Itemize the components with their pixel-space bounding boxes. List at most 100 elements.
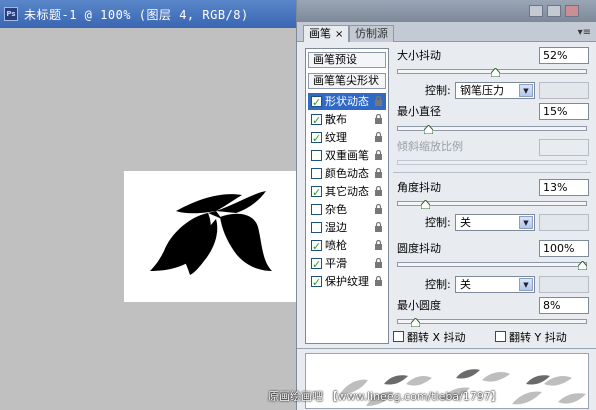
minimize-button[interactable] xyxy=(529,5,543,17)
brush-option-checkbox[interactable] xyxy=(311,256,322,273)
panel-body: 画笔预设 画笔笔尖形状 形状动态散布纹理双重画笔颜色动态其它动态杂色湿边喷枪平滑… xyxy=(297,42,596,348)
brush-option-row[interactable]: 湿边 xyxy=(308,219,386,236)
angle-control-select[interactable]: 关 ▼ xyxy=(455,214,535,231)
tilt-scale-input xyxy=(539,139,589,156)
photoshop-app-icon: Ps xyxy=(4,7,18,21)
brush-option-label: 纹理 xyxy=(325,131,347,144)
brush-option-label: 杂色 xyxy=(325,203,347,216)
brush-option-checkbox[interactable] xyxy=(311,204,322,215)
flip-x-jitter-checkbox[interactable]: 翻转 X 抖动 xyxy=(393,331,466,344)
tab-clone-source-label: 仿制源 xyxy=(355,27,388,40)
tilt-scale-slider xyxy=(397,160,587,165)
size-jitter-thumb[interactable] xyxy=(491,68,501,77)
brush-option-checkbox[interactable] xyxy=(311,94,322,111)
brush-option-checkbox[interactable] xyxy=(311,222,322,233)
brush-option-row[interactable]: 散布 xyxy=(308,111,386,129)
angle-control-label: 控制: xyxy=(425,216,451,229)
section-divider xyxy=(393,172,591,173)
close-button[interactable] xyxy=(565,5,579,17)
angle-control-value: 关 xyxy=(460,216,471,229)
size-control-value: 钢笔压力 xyxy=(460,84,504,97)
restore-button[interactable] xyxy=(547,5,561,17)
document-window: Ps 未标题-1 @ 100% (图层 4, RGB/8) xyxy=(0,0,296,410)
angle-jitter-thumb[interactable] xyxy=(420,200,430,209)
lock-icon[interactable] xyxy=(374,204,383,214)
brush-option-label: 颜色动态 xyxy=(325,167,369,180)
lock-icon[interactable] xyxy=(374,186,383,196)
roundness-jitter-slider[interactable] xyxy=(397,262,587,267)
chevron-down-icon: ▼ xyxy=(519,278,533,291)
angle-control-preview xyxy=(539,214,589,231)
brush-option-row[interactable]: 纹理 xyxy=(308,129,386,147)
brush-option-row[interactable]: 平滑 xyxy=(308,255,386,273)
panel-titlebar[interactable] xyxy=(297,0,596,22)
angle-jitter-label: 角度抖动 xyxy=(397,181,441,194)
roundness-control-value: 关 xyxy=(460,278,471,291)
min-diameter-thumb[interactable] xyxy=(424,125,434,134)
brush-option-label: 散布 xyxy=(325,113,347,126)
brush-option-checkbox[interactable] xyxy=(311,130,322,147)
brush-option-checkbox[interactable] xyxy=(311,112,322,129)
lock-icon[interactable] xyxy=(374,114,383,124)
panel-menu-icon[interactable]: ▾≡ xyxy=(578,27,591,38)
min-roundness-slider[interactable] xyxy=(397,319,587,324)
canvas[interactable] xyxy=(124,171,296,302)
min-roundness-label: 最小圆度 xyxy=(397,299,441,312)
document-title: 未标题-1 @ 100% (图层 4, RGB/8) xyxy=(24,7,249,22)
document-titlebar[interactable]: Ps 未标题-1 @ 100% (图层 4, RGB/8) xyxy=(0,0,296,28)
roundness-jitter-input[interactable]: 100% xyxy=(539,240,589,257)
flip-y-jitter-checkbox[interactable]: 翻转 Y 抖动 xyxy=(495,331,567,344)
size-jitter-input[interactable]: 52% xyxy=(539,47,589,64)
chevron-down-icon: ▼ xyxy=(519,84,533,97)
tab-brushes[interactable]: 画笔 × xyxy=(303,25,350,42)
lock-icon[interactable] xyxy=(374,168,383,178)
lock-icon[interactable] xyxy=(374,96,383,106)
brush-option-checkbox[interactable] xyxy=(311,150,322,161)
chevron-down-icon: ▼ xyxy=(519,216,533,229)
size-control-select[interactable]: 钢笔压力 ▼ xyxy=(455,82,535,99)
brush-option-row[interactable]: 形状动态 xyxy=(308,93,386,111)
lock-icon[interactable] xyxy=(374,150,383,160)
brush-option-label: 保护纹理 xyxy=(325,275,369,288)
roundness-control-label: 控制: xyxy=(425,278,451,291)
tilt-scale-label: 倾斜缩放比例 xyxy=(397,140,463,153)
brush-option-checkbox[interactable] xyxy=(311,274,322,291)
panel-tab-strip: 画笔 × 仿制源 ▾≡ xyxy=(297,22,596,42)
brush-option-row[interactable]: 喷枪 xyxy=(308,237,386,255)
brush-option-row[interactable]: 颜色动态 xyxy=(308,165,386,182)
lock-icon[interactable] xyxy=(374,276,383,286)
brush-option-row[interactable]: 其它动态 xyxy=(308,183,386,201)
brush-option-checkbox[interactable] xyxy=(311,168,322,179)
lock-icon[interactable] xyxy=(374,222,383,232)
min-roundness-input[interactable]: 8% xyxy=(539,297,589,314)
leaf-brush-strokes-image xyxy=(150,191,272,275)
roundness-control-select[interactable]: 关 ▼ xyxy=(455,276,535,293)
brush-option-label: 其它动态 xyxy=(325,185,369,198)
min-roundness-thumb[interactable] xyxy=(411,318,421,327)
lock-icon[interactable] xyxy=(374,258,383,268)
roundness-jitter-thumb[interactable] xyxy=(578,261,587,270)
brush-presets-button[interactable]: 画笔预设 xyxy=(308,52,386,68)
flip-y-label: 翻转 Y 抖动 xyxy=(509,331,567,344)
tab-clone-source[interactable]: 仿制源 xyxy=(349,25,394,42)
roundness-jitter-label: 圆度抖动 xyxy=(397,242,441,255)
flip-y-checkbox-box[interactable] xyxy=(495,331,506,342)
tab-close-icon[interactable]: × xyxy=(335,29,343,40)
brush-option-label: 平滑 xyxy=(325,257,347,270)
brush-option-row[interactable]: 双重画笔 xyxy=(308,147,386,164)
brush-tip-shape-button[interactable]: 画笔笔尖形状 xyxy=(308,73,386,89)
brush-option-row[interactable]: 杂色 xyxy=(308,201,386,218)
brush-settings-list: 画笔预设 画笔笔尖形状 形状动态散布纹理双重画笔颜色动态其它动态杂色湿边喷枪平滑… xyxy=(305,48,389,344)
brush-option-label: 形状动态 xyxy=(325,95,369,108)
brush-option-checkbox[interactable] xyxy=(311,184,322,201)
lock-icon[interactable] xyxy=(374,132,383,142)
min-diameter-input[interactable]: 15% xyxy=(539,103,589,120)
watermark-text: 原画绘画吧 【www.lineeg.com/tieba/1797】 xyxy=(268,390,502,403)
brush-option-checkbox[interactable] xyxy=(311,238,322,255)
lock-icon[interactable] xyxy=(374,240,383,250)
brush-option-label: 喷枪 xyxy=(325,239,347,252)
angle-jitter-input[interactable]: 13% xyxy=(539,179,589,196)
flip-x-checkbox-box[interactable] xyxy=(393,331,404,342)
brush-option-row[interactable]: 保护纹理 xyxy=(308,273,386,291)
brush-option-label: 湿边 xyxy=(325,221,347,234)
